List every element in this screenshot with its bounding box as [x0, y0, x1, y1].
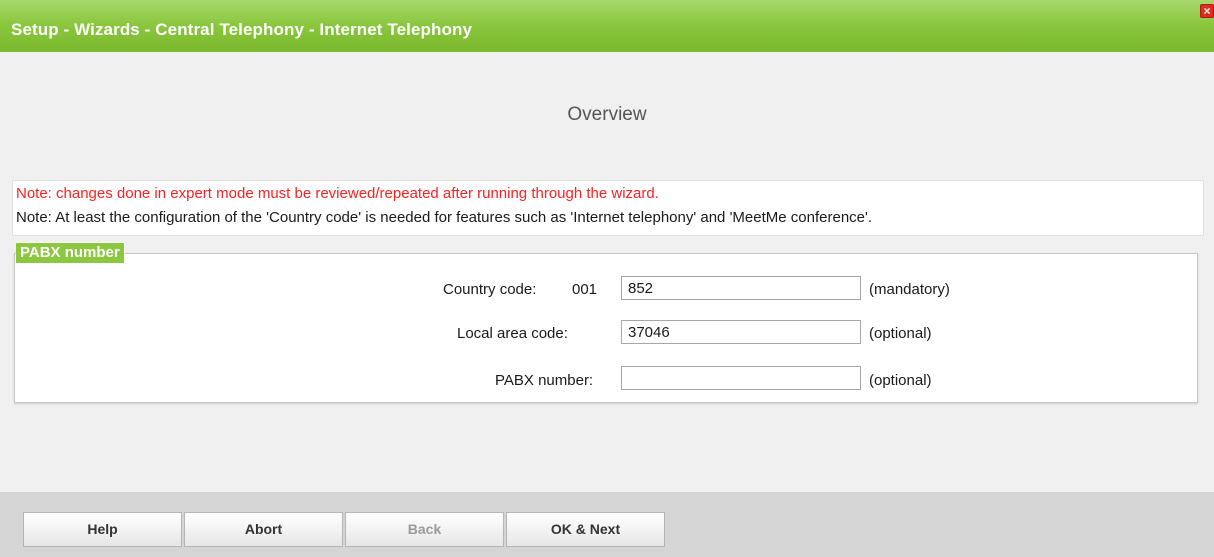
help-button[interactable]: Help: [23, 512, 182, 547]
title-bar: Setup - Wizards - Central Telephony - In…: [0, 0, 1214, 52]
pabx-number-input[interactable]: [621, 366, 861, 390]
pabx-number-hint: (optional): [869, 372, 932, 389]
window-title: Setup - Wizards - Central Telephony - In…: [11, 20, 473, 39]
ok-next-button[interactable]: OK & Next: [506, 512, 665, 547]
country-code-label: Country code:: [443, 281, 537, 298]
country-code-prefix: 001: [572, 281, 598, 298]
expert-mode-warning: Note: changes done in expert mode must b…: [16, 185, 659, 202]
pabx-number-section: [14, 253, 1198, 403]
local-area-code-input[interactable]: [621, 320, 861, 344]
page-title: Overview: [567, 104, 647, 125]
notes-panel: Note: changes done in expert mode must b…: [12, 180, 1204, 236]
abort-button[interactable]: Abort: [184, 512, 343, 547]
local-area-code-hint: (optional): [869, 325, 932, 342]
country-code-input[interactable]: [621, 276, 861, 300]
pabx-number-label: PABX number:: [495, 372, 594, 389]
country-code-hint: (mandatory): [869, 281, 950, 298]
close-icon[interactable]: ×: [1200, 4, 1214, 18]
local-area-code-label: Local area code:: [457, 325, 568, 342]
back-button: Back: [345, 512, 504, 547]
country-code-note: Note: At least the configuration of the …: [16, 209, 873, 226]
section-label-pabx-number: PABX number: [16, 242, 125, 263]
